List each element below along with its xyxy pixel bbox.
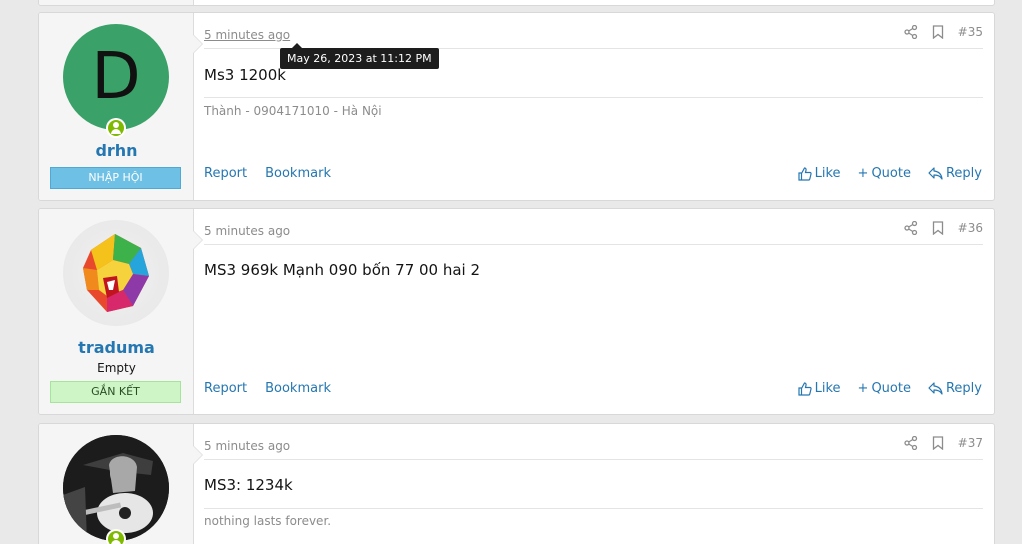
share-icon[interactable] xyxy=(904,436,918,450)
quote-label: Quote xyxy=(871,166,911,181)
reply-button[interactable]: Reply xyxy=(928,381,982,396)
bookmark-icon[interactable] xyxy=(932,221,944,235)
reply-label: Reply xyxy=(945,381,982,396)
post-header: 5 minutes ago #37 xyxy=(204,436,983,460)
bookmark-link[interactable]: Bookmark xyxy=(265,166,331,181)
post-message: MS3 969k Mạnh 090 bốn 77 00 hai 2 xyxy=(204,261,481,279)
like-button[interactable]: Like xyxy=(798,381,841,396)
user-cell xyxy=(39,424,203,544)
like-label: Like xyxy=(814,381,841,396)
bookmark-icon[interactable] xyxy=(932,25,944,39)
online-user-icon xyxy=(106,529,126,544)
quote-label: Quote xyxy=(871,381,911,396)
user-banner: GẮN KẾT xyxy=(50,381,181,403)
reply-button[interactable]: Reply xyxy=(928,166,982,181)
post-number[interactable]: #35 xyxy=(958,25,983,39)
reply-icon xyxy=(928,382,943,395)
signature: nothing lasts forever. xyxy=(204,514,332,528)
user-cell xyxy=(39,0,194,5)
share-icon[interactable] xyxy=(904,25,918,39)
post-header: 5 minutes ago #35 xyxy=(204,25,983,49)
report-link[interactable]: Report xyxy=(204,381,247,396)
like-icon xyxy=(798,166,812,181)
post-header: 5 minutes ago #36 xyxy=(204,221,983,245)
post-time[interactable]: 5 minutes ago xyxy=(204,224,290,238)
user-banner: NHẬP HỘI xyxy=(50,167,181,189)
reply-label: Reply xyxy=(945,166,982,181)
user-cell: traduma Empty GẮN KẾT xyxy=(39,209,203,414)
share-icon[interactable] xyxy=(904,221,918,235)
previous-post xyxy=(38,0,995,6)
post-37: 5 minutes ago #37 MS3: 1234k nothing las… xyxy=(38,423,995,544)
online-user-icon xyxy=(106,118,126,138)
bookmark-link[interactable]: Bookmark xyxy=(265,381,331,396)
like-icon xyxy=(798,381,812,396)
username[interactable]: drhn xyxy=(39,141,194,160)
post-time[interactable]: 5 minutes ago xyxy=(204,28,290,42)
reply-icon xyxy=(928,167,943,180)
post-number[interactable]: #37 xyxy=(958,436,983,450)
avatar[interactable]: D xyxy=(63,24,169,130)
username[interactable]: traduma xyxy=(39,338,194,357)
avatar[interactable] xyxy=(63,435,169,541)
like-button[interactable]: Like xyxy=(798,166,841,181)
like-label: Like xyxy=(814,166,841,181)
bookmark-icon[interactable] xyxy=(932,436,944,450)
post-time[interactable]: 5 minutes ago xyxy=(204,439,290,453)
time-tooltip: May 26, 2023 at 11:12 PM xyxy=(280,43,439,69)
post-35: D drhn NHẬP HỘI 5 minutes ago #35 Ms3 12… xyxy=(38,12,995,201)
user-cell: D drhn NHẬP HỘI xyxy=(39,13,203,200)
post-message: Ms3 1200k xyxy=(204,66,286,84)
quote-button[interactable]: + Quote xyxy=(858,381,911,396)
quote-button[interactable]: + Quote xyxy=(858,166,911,181)
user-title: Empty xyxy=(97,361,136,375)
report-link[interactable]: Report xyxy=(204,166,247,181)
post-message: MS3: 1234k xyxy=(204,476,293,494)
avatar[interactable] xyxy=(63,220,169,326)
quote-plus-icon: + xyxy=(857,166,869,181)
signature: Thành - 0904171010 - Hà Nội xyxy=(204,104,382,118)
post-number[interactable]: #36 xyxy=(958,221,983,235)
post-36: traduma Empty GẮN KẾT 5 minutes ago #36 … xyxy=(38,208,995,415)
quote-plus-icon: + xyxy=(857,381,869,396)
